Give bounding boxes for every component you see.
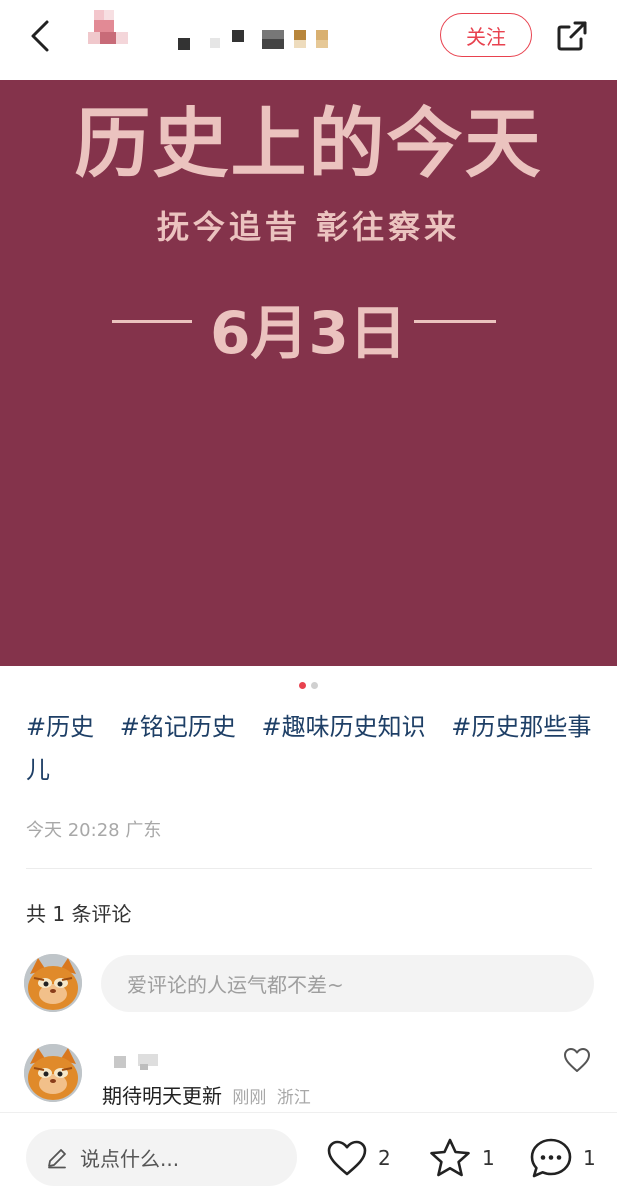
comment-location: 浙江 [276, 1088, 311, 1108]
post-page: 关注 历史上的今天 抚今追昔 彰往察来 6月3日 #历史 #铭记历史 #趣味历史… [0, 0, 617, 1200]
post-meta: 今天 20:28 广东 [26, 820, 162, 841]
hero-date-row: 6月3日 [0, 286, 617, 367]
bottom-bar: 说点什么... 2 1 1 [0, 1112, 617, 1200]
pager-dot [311, 682, 318, 689]
chevron-left-icon [31, 20, 49, 52]
say-something-input[interactable]: 说点什么... [26, 1129, 297, 1186]
pager-dot-active [299, 682, 306, 689]
tag-link[interactable]: #历史 [26, 713, 94, 741]
hero-date: 6月3日 [210, 299, 407, 367]
like-button[interactable]: 2 [326, 1135, 391, 1181]
post-tags: #历史 #铭记历史 #趣味历史知识 #历史那些事儿 [26, 706, 596, 792]
user-avatar[interactable] [24, 954, 82, 1012]
comment-time: 刚刚 [232, 1088, 267, 1108]
like-count: 2 [378, 1146, 391, 1170]
back-button[interactable] [20, 14, 60, 58]
post-image[interactable]: 历史上的今天 抚今追昔 彰往察来 6月3日 [0, 80, 617, 666]
comment-body: 期待明天更新 刚刚 浙江 [102, 1080, 311, 1109]
tag-link[interactable]: #铭记历史 [120, 713, 236, 741]
star-outline-icon [430, 1138, 470, 1177]
hero-line-left [112, 320, 192, 323]
hero-line-right [414, 320, 496, 323]
top-bar: 关注 [0, 0, 617, 80]
divider [26, 868, 592, 869]
pencil-icon [46, 1147, 68, 1169]
comment-total-count: 1 [583, 1146, 596, 1170]
commenter-avatar[interactable] [24, 1044, 82, 1102]
hero-title: 历史上的今天 [74, 99, 543, 188]
chat-bubble-icon [530, 1138, 572, 1178]
heart-outline-icon [564, 1048, 590, 1072]
heart-outline-icon [327, 1140, 367, 1176]
comment-button[interactable]: 1 [529, 1135, 596, 1181]
say-something-placeholder: 说点什么... [80, 1147, 180, 1171]
share-external-icon [557, 21, 587, 51]
comment-input[interactable]: 爱评论的人运气都不差~ [101, 955, 594, 1012]
author-name-redacted[interactable] [176, 28, 336, 50]
hero-subtitle: 抚今追昔 彰往察来 [156, 208, 461, 246]
commenter-name-redacted[interactable] [114, 1054, 174, 1070]
comment-text: 期待明天更新 [102, 1084, 222, 1108]
favorite-button[interactable]: 1 [428, 1135, 495, 1181]
tag-link[interactable]: #趣味历史知识 [262, 713, 426, 741]
image-pager-dots [0, 682, 617, 692]
comment-like-button[interactable] [560, 1044, 594, 1076]
share-button[interactable] [552, 14, 592, 58]
author-avatar[interactable] [86, 10, 130, 44]
follow-button[interactable]: 关注 [440, 13, 532, 57]
favorite-count: 1 [482, 1146, 495, 1170]
comment-count: 共 1 条评论 [26, 902, 132, 926]
